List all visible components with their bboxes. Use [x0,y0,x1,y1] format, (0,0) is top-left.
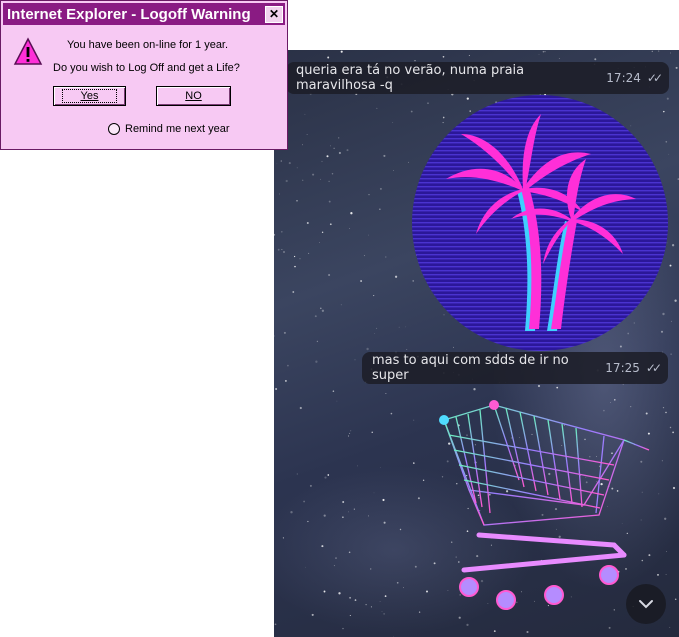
yes-button-label: Yes [61,89,118,103]
dialog-message-line1: You have been on-line for 1 year. [67,39,229,51]
double-check-icon: ✓✓ [645,361,662,375]
no-button[interactable]: NO [156,86,231,106]
scroll-down-button[interactable] [626,584,666,624]
warning-icon [13,37,43,65]
chat-panel[interactable]: queria era tá no verão, numa praia marav… [274,50,679,637]
message-time: 17:24 [606,71,641,85]
dialog-titlebar[interactable]: Internet Explorer - Logoff Warning ✕ [3,3,285,25]
logoff-warning-dialog: Internet Explorer - Logoff Warning ✕ You… [0,0,288,150]
message-text: mas to aqui com sdds de ir no super [372,353,569,383]
message-time: 17:25 [605,361,640,375]
yes-button[interactable]: Yes [53,86,126,106]
message-text: queria era tá no verão, numa praia marav… [296,63,525,93]
chevron-down-icon [639,600,653,609]
remind-radio[interactable] [108,123,120,135]
palm-tree-sticker[interactable] [411,94,669,352]
message-bubble[interactable]: mas to aqui com sdds de ir no super 17:2… [362,352,668,384]
close-button[interactable]: ✕ [265,5,283,23]
remind-option[interactable]: Remind me next year [108,123,230,135]
double-check-icon: ✓✓ [646,71,663,85]
dialog-message-line2: Do you wish to Log Off and get a Life? [53,62,240,74]
remind-label: Remind me next year [125,123,230,135]
dialog-title: Internet Explorer - Logoff Warning [7,5,251,23]
no-button-label: NO [185,90,202,102]
message-bubble[interactable]: queria era tá no verão, numa praia marav… [286,62,669,94]
